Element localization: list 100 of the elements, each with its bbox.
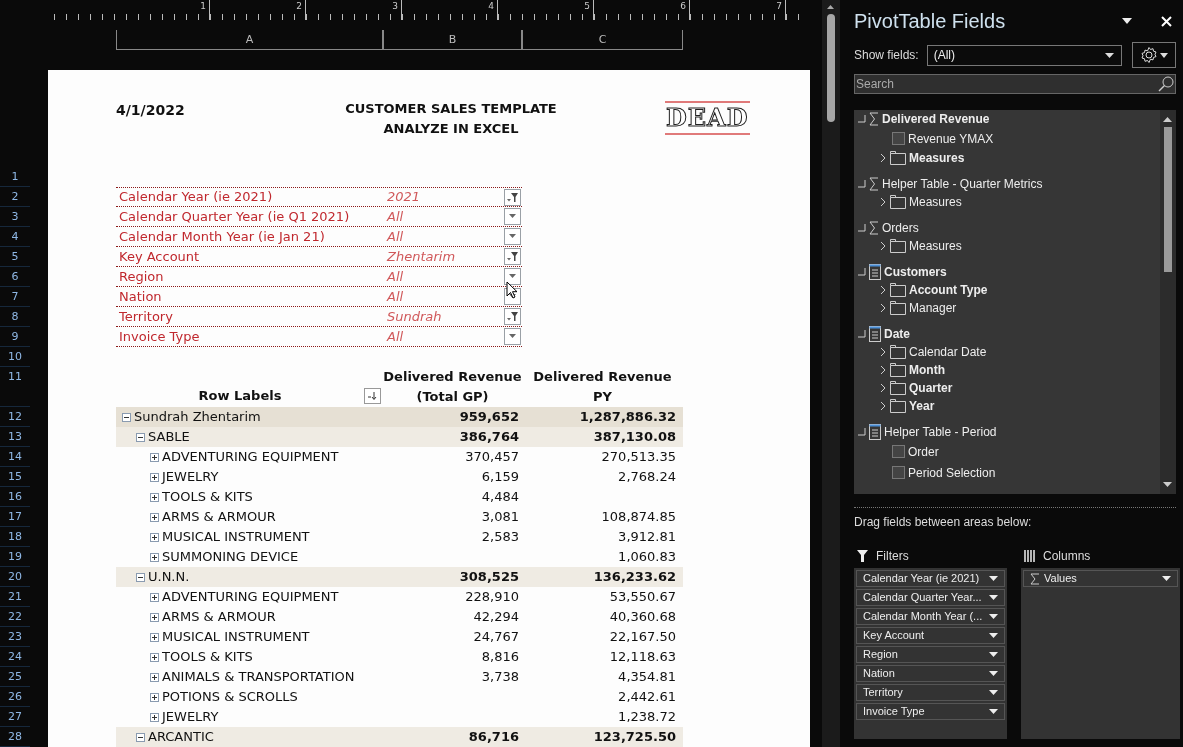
expand-icon[interactable] bbox=[150, 472, 159, 482]
scrollbar[interactable] bbox=[1160, 110, 1176, 494]
expand-icon[interactable] bbox=[150, 712, 159, 722]
dropdown-icon[interactable] bbox=[1122, 18, 1132, 24]
field-pill[interactable]: Values bbox=[1023, 570, 1178, 587]
row-number[interactable]: 14 bbox=[0, 447, 30, 467]
row-number[interactable]: 3 bbox=[0, 207, 30, 227]
dropdown-icon[interactable] bbox=[989, 652, 998, 657]
field-item[interactable]: Order bbox=[908, 442, 939, 461]
drop-area[interactable]: Calendar Year (ie 2021) Calendar Quarter Year... Calendar Month Year (... Key Account Region Nation Territory Invoice Type bbox=[854, 568, 1007, 739]
field-group[interactable]: Helper Table - Quarter Metrics bbox=[882, 175, 1043, 193]
row-number[interactable]: 4 bbox=[0, 227, 30, 247]
row-number[interactable]: 13 bbox=[0, 427, 30, 447]
row-number[interactable]: 8 bbox=[0, 307, 30, 327]
chevron-icon[interactable] bbox=[880, 197, 887, 207]
row-number[interactable]: 24 bbox=[0, 647, 30, 667]
field-item[interactable]: Manager bbox=[909, 299, 957, 317]
row-number[interactable]: 7 bbox=[0, 287, 30, 307]
field-pill[interactable]: Key Account bbox=[856, 627, 1005, 644]
field-pill[interactable]: Calendar Year (ie 2021) bbox=[856, 570, 1005, 587]
dropdown-icon[interactable] bbox=[989, 633, 998, 638]
field-pill[interactable]: Calendar Quarter Year... bbox=[856, 589, 1005, 606]
expand-icon[interactable] bbox=[150, 532, 159, 542]
expand-icon[interactable] bbox=[150, 592, 159, 602]
show-fields-dropdown[interactable]: (All) bbox=[926, 44, 1122, 66]
scrollbar-thumb[interactable] bbox=[827, 14, 835, 122]
collapse-icon[interactable] bbox=[136, 572, 145, 582]
search-field[interactable]: Search bbox=[854, 74, 1176, 94]
field-pill[interactable]: Nation bbox=[856, 665, 1005, 682]
scrollbar-thumb[interactable] bbox=[1164, 127, 1172, 272]
filter-dropdown-button[interactable] bbox=[504, 248, 521, 265]
field-item[interactable]: Month bbox=[909, 361, 945, 379]
checkbox[interactable] bbox=[892, 132, 905, 145]
field-pill[interactable]: Territory bbox=[856, 684, 1005, 701]
row-number[interactable]: 17 bbox=[0, 507, 30, 527]
filter-dropdown-button[interactable] bbox=[504, 228, 521, 245]
checkbox[interactable] bbox=[892, 466, 905, 479]
dropdown-icon[interactable] bbox=[989, 690, 998, 695]
row-number[interactable]: 21 bbox=[0, 587, 30, 607]
field-pill[interactable]: Invoice Type bbox=[856, 703, 1005, 720]
scrollbar[interactable] bbox=[822, 0, 840, 747]
scroll-down-icon[interactable] bbox=[1163, 482, 1172, 488]
field-group[interactable]: Date bbox=[884, 325, 910, 343]
field-item[interactable]: Measures bbox=[909, 193, 962, 211]
row-number[interactable]: 11 bbox=[0, 367, 30, 407]
drop-area[interactable]: Values bbox=[1021, 568, 1180, 739]
row-number[interactable]: 23 bbox=[0, 627, 30, 647]
expand-icon[interactable] bbox=[150, 492, 159, 502]
expand-icon[interactable] bbox=[150, 652, 159, 662]
expand-icon[interactable] bbox=[150, 672, 159, 682]
expand-icon[interactable] bbox=[150, 552, 159, 562]
filter-dropdown-button[interactable] bbox=[504, 308, 521, 325]
row-number[interactable]: 20 bbox=[0, 567, 30, 587]
checkbox[interactable] bbox=[892, 445, 905, 458]
row-number[interactable]: 27 bbox=[0, 707, 30, 727]
dropdown-icon[interactable] bbox=[989, 709, 998, 714]
row-number[interactable]: 18 bbox=[0, 527, 30, 547]
field-item[interactable]: Revenue YMAX bbox=[908, 129, 994, 148]
field-item[interactable]: Measures bbox=[909, 149, 965, 167]
field-item[interactable]: Quarter bbox=[909, 379, 953, 397]
row-number[interactable]: 2 bbox=[0, 187, 30, 207]
filter-dropdown-button[interactable] bbox=[504, 208, 521, 225]
field-item[interactable]: Period Selection bbox=[908, 463, 996, 482]
expand-icon[interactable] bbox=[150, 452, 159, 462]
row-number[interactable]: 15 bbox=[0, 467, 30, 487]
field-item[interactable]: Calendar Date bbox=[909, 343, 987, 361]
collapse-icon[interactable] bbox=[122, 412, 131, 422]
field-item[interactable]: Measures bbox=[909, 237, 962, 255]
field-group[interactable]: Delivered Revenue bbox=[882, 110, 990, 128]
row-number[interactable]: 6 bbox=[0, 267, 30, 287]
row-number[interactable]: 10 bbox=[0, 347, 30, 367]
field-item[interactable]: Account Type bbox=[909, 281, 988, 299]
search-icon[interactable] bbox=[1158, 76, 1174, 92]
row-number[interactable]: 19 bbox=[0, 547, 30, 567]
scroll-up-icon[interactable] bbox=[826, 4, 835, 10]
chevron-icon[interactable] bbox=[880, 241, 887, 251]
dropdown-icon[interactable] bbox=[989, 576, 998, 581]
row-number[interactable]: 25 bbox=[0, 667, 30, 687]
filter-dropdown-button[interactable] bbox=[504, 188, 521, 206]
chevron-icon[interactable] bbox=[880, 153, 887, 163]
filter-dropdown-button[interactable] bbox=[504, 268, 521, 285]
expand-icon[interactable] bbox=[150, 632, 159, 642]
dropdown-icon[interactable] bbox=[989, 595, 998, 600]
row-number[interactable]: 26 bbox=[0, 687, 30, 707]
settings-button[interactable] bbox=[1131, 42, 1176, 68]
collapse-icon[interactable] bbox=[136, 432, 145, 442]
row-number[interactable]: 5 bbox=[0, 247, 30, 267]
close-icon[interactable] bbox=[1161, 15, 1172, 27]
filter-dropdown-button[interactable] bbox=[504, 328, 521, 345]
row-number[interactable]: 16 bbox=[0, 487, 30, 507]
field-group[interactable]: Helper Table - Period bbox=[884, 423, 997, 441]
column-header[interactable]: C bbox=[522, 30, 683, 50]
scroll-up-icon[interactable] bbox=[1163, 116, 1172, 122]
dropdown-icon[interactable] bbox=[989, 671, 998, 676]
expand-icon[interactable] bbox=[150, 512, 159, 522]
field-item[interactable]: Year bbox=[909, 397, 935, 415]
expand-icon[interactable] bbox=[150, 692, 159, 702]
field-pill[interactable]: Calendar Month Year (... bbox=[856, 608, 1005, 625]
row-number[interactable]: 22 bbox=[0, 607, 30, 627]
dropdown-icon[interactable] bbox=[1162, 576, 1171, 581]
